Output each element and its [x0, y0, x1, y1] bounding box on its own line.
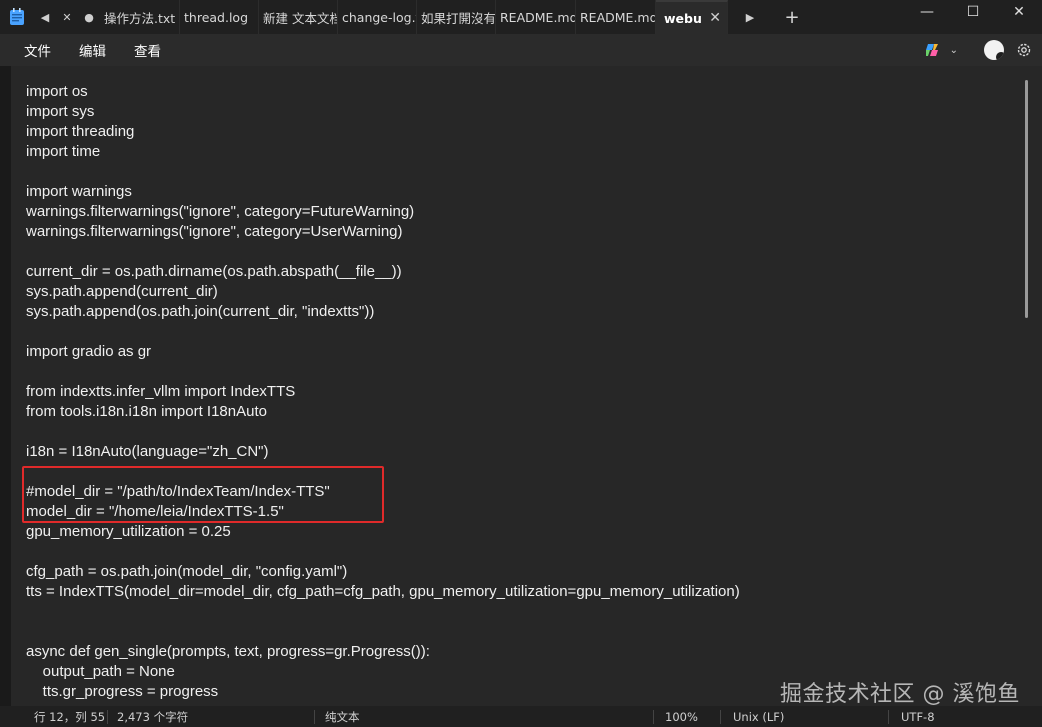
watermark: 掘金技术社区 @ 溪饱鱼 [780, 682, 1020, 707]
divider [107, 710, 108, 724]
text-editor[interactable]: import os import sys import threading impor… [10, 66, 1042, 706]
code-line: import os [26, 83, 88, 100]
close-window-icon[interactable]: ✕ [996, 0, 1042, 24]
copilot-button[interactable]: ⌄ [924, 41, 958, 59]
close-tab-icon[interactable]: ✕ [709, 10, 721, 26]
code-line: import threading [26, 123, 135, 140]
code-line: tts.gr_progress = progress [26, 683, 219, 700]
tab-label: README.md [580, 9, 656, 25]
annotation-highlight-box [22, 466, 384, 523]
scroll-tabs-left-icon[interactable]: ◀ [34, 0, 56, 34]
chevron-down-icon: ⌄ [949, 44, 958, 56]
tab-5[interactable]: README.md [496, 0, 576, 34]
code-line: cfg_path = os.path.join(model_dir, "conf… [26, 563, 348, 580]
code-line: sys.path.append(current_dir) [26, 283, 218, 300]
unsaved-dot-icon: ● [84, 10, 94, 24]
menu-right-tools: ⌄ [924, 34, 1032, 66]
tab-2[interactable]: 新建 文本文档 [259, 0, 338, 34]
code-line: current_dir = os.path.dirname(os.path.ab… [26, 263, 402, 280]
code-line: i18n = I18nAuto(language="zh_CN") [26, 443, 269, 460]
minimize-icon[interactable]: — [904, 0, 950, 24]
divider [888, 710, 889, 724]
tab-label: README.md [500, 9, 576, 25]
tab-close-icon[interactable]: ✕ [56, 0, 78, 34]
menu-file[interactable]: 文件 [0, 34, 65, 66]
divider [720, 710, 721, 724]
tab-0[interactable]: 操作方法.txt [100, 0, 180, 34]
tab-1[interactable]: thread.log [180, 0, 259, 34]
divider [314, 710, 315, 724]
code-line: import warnings [26, 183, 132, 200]
left-window-edge [0, 66, 10, 706]
menu-bar: 文件 编辑 查看 ⌄ [0, 34, 1042, 66]
tab-label: thread.log [184, 9, 249, 25]
status-bar: 行 12，列 55 2,473 个字符 纯文本 100% Unix (LF) U… [0, 706, 1042, 727]
cursor-position[interactable]: 行 12，列 55 [34, 706, 105, 727]
window-controls: — ☐ ✕ [904, 0, 1042, 34]
menu-view[interactable]: 查看 [120, 34, 175, 66]
code-line: from tools.i18n.i18n import I18nAuto [26, 403, 267, 420]
code-line: import sys [26, 103, 95, 120]
code-line: from indextts.infer_vllm import IndexTTS [26, 383, 296, 400]
divider [653, 710, 654, 724]
code-line: sys.path.append(os.path.join(current_dir… [26, 303, 375, 320]
copilot-icon [925, 44, 938, 56]
maximize-icon[interactable]: ☐ [950, 0, 996, 24]
tab-3[interactable]: change-log.t [338, 0, 417, 34]
avatar[interactable] [984, 40, 1004, 60]
code-line: gpu_memory_utilization = 0.25 [26, 523, 231, 540]
tab-4[interactable]: 如果打開沒有 [417, 0, 496, 34]
code-line: import gradio as gr [26, 343, 152, 360]
tab-active-webui[interactable]: webu ✕ [656, 0, 728, 34]
vertical-scrollbar[interactable] [1025, 80, 1028, 318]
code-line: async def gen_single(prompts, text, prog… [26, 643, 430, 660]
code-line: warnings.filterwarnings("ignore", catego… [26, 223, 403, 240]
text-format[interactable]: 纯文本 [325, 706, 360, 727]
scroll-tabs-right-icon[interactable]: ▶ [728, 0, 772, 34]
code-line: tts = IndexTTS(model_dir=model_dir, cfg_… [26, 583, 740, 600]
code-line: import time [26, 143, 101, 160]
char-count: 2,473 个字符 [117, 709, 189, 724]
tab-label: 如果打開沒有 [421, 10, 496, 26]
encoding[interactable]: UTF-8 [901, 706, 935, 727]
new-tab-button[interactable]: + [772, 0, 812, 34]
tab-label: change-log.t [342, 9, 417, 25]
tab-label: 操作方法.txt [104, 10, 176, 26]
tab-label: webu [664, 10, 702, 26]
zoom-level[interactable]: 100% [665, 706, 698, 727]
tab-label: 新建 文本文档 [263, 10, 338, 26]
title-bar: ◀ ✕ ● 操作方法.txt thread.log 新建 文本文档 change… [0, 0, 1042, 34]
gear-icon[interactable] [1016, 42, 1032, 58]
line-ending[interactable]: Unix (LF) [733, 706, 784, 727]
tab-6[interactable]: README.md [576, 0, 656, 34]
code-line: output_path = None [26, 663, 175, 680]
code-content[interactable]: import os import sys import threading impor… [26, 82, 740, 702]
code-line: warnings.filterwarnings("ignore", catego… [26, 203, 415, 220]
menu-edit[interactable]: 编辑 [65, 34, 120, 66]
notepad-app-icon [0, 0, 34, 34]
